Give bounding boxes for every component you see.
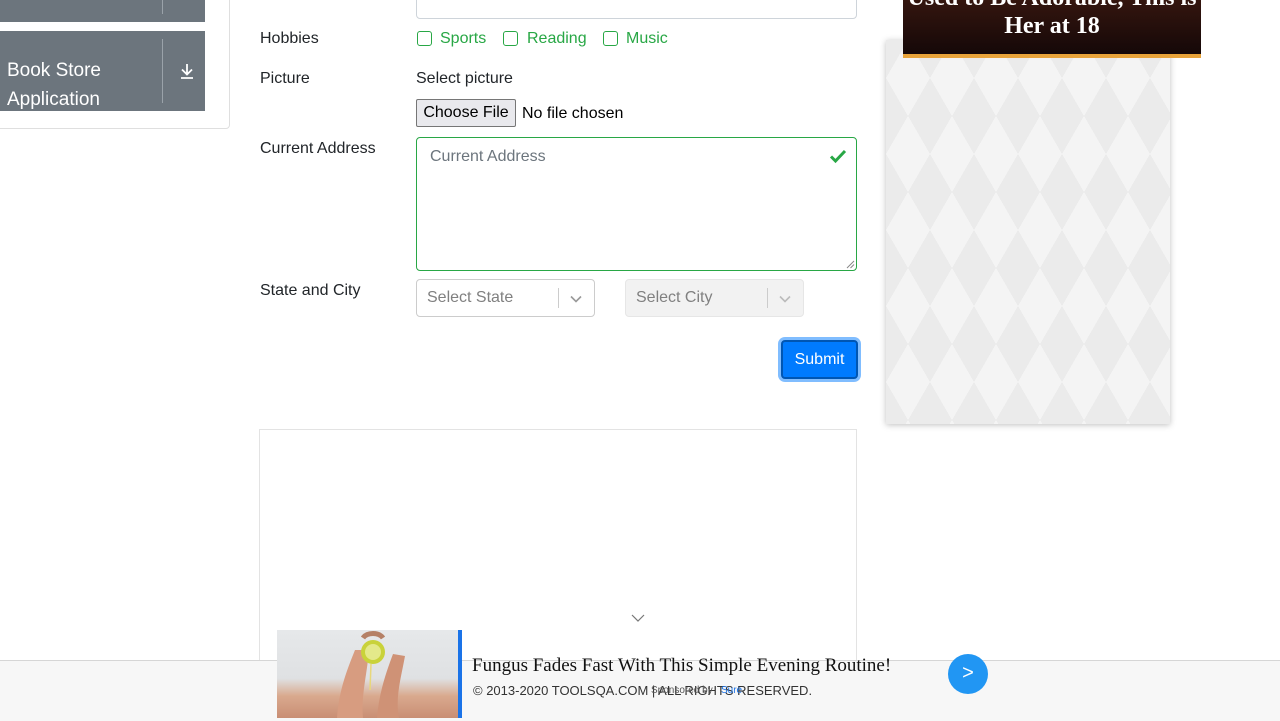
resize-handle-icon[interactable] xyxy=(846,260,855,269)
bottom-ad-accent xyxy=(458,630,462,718)
city-select[interactable]: Select City xyxy=(625,279,804,317)
footer-copyright: © 2013-2020 TOOLSQA.COM | ALL RIGHTS RES… xyxy=(473,683,813,698)
hobby-music-label[interactable]: Music xyxy=(626,30,668,48)
select-picture-label: Select picture xyxy=(416,70,513,87)
download-icon[interactable] xyxy=(177,61,197,81)
submit-button[interactable]: Submit xyxy=(781,340,858,379)
city-select-placeholder: Select City xyxy=(636,289,713,306)
hobbies-label: Hobbies xyxy=(260,30,319,47)
sponsored-label: Sponsored by xyxy=(651,685,713,696)
hobby-music-checkbox[interactable] xyxy=(603,31,618,46)
chevron-down-icon[interactable] xyxy=(778,292,792,306)
sponsor-link[interactable]: Sure xyxy=(721,685,742,696)
bottom-ad-headline[interactable]: Fungus Fades Fast With This Simple Eveni… xyxy=(472,655,891,677)
hobby-sports-label[interactable]: Sports xyxy=(440,30,486,48)
select-separator xyxy=(558,288,559,308)
hobby-reading-label[interactable]: Reading xyxy=(527,30,587,48)
picture-label: Picture xyxy=(260,70,310,87)
sidebar-divider xyxy=(162,0,163,14)
current-address-textarea[interactable]: Current Address xyxy=(416,137,857,271)
select-separator xyxy=(767,288,768,308)
bottom-ad-image[interactable] xyxy=(277,630,459,718)
chevron-down-icon[interactable] xyxy=(569,292,583,306)
hobby-reading-checkbox[interactable] xyxy=(503,31,518,46)
state-select-placeholder: Select State xyxy=(427,289,514,306)
hobby-sports-checkbox[interactable] xyxy=(417,31,432,46)
subjects-input[interactable] xyxy=(416,0,857,19)
current-address-placeholder: Current Address xyxy=(430,148,546,165)
sidebar-item-label: Book Store Application xyxy=(7,60,101,110)
state-city-label: State and City xyxy=(260,282,361,299)
sidebar-item-previous[interactable] xyxy=(0,0,205,22)
checkmark-icon xyxy=(829,149,847,164)
file-status: No file chosen xyxy=(522,105,624,122)
chevron-down-icon[interactable] xyxy=(630,612,646,624)
sidebar-ad-headline[interactable]: Used to Be Adorable, This is Her at 18 xyxy=(903,0,1201,40)
choose-file-button[interactable]: Choose File xyxy=(416,99,516,127)
sidebar-ad-panel[interactable] xyxy=(886,40,1170,424)
current-address-label: Current Address xyxy=(260,140,376,157)
sidebar-ad-banner[interactable]: Used to Be Adorable, This is Her at 18 xyxy=(903,0,1201,58)
sidebar-divider xyxy=(162,39,163,103)
ad-next-button[interactable]: > xyxy=(948,654,988,694)
state-select[interactable]: Select State xyxy=(416,279,595,317)
feet-photo-icon xyxy=(337,631,405,718)
